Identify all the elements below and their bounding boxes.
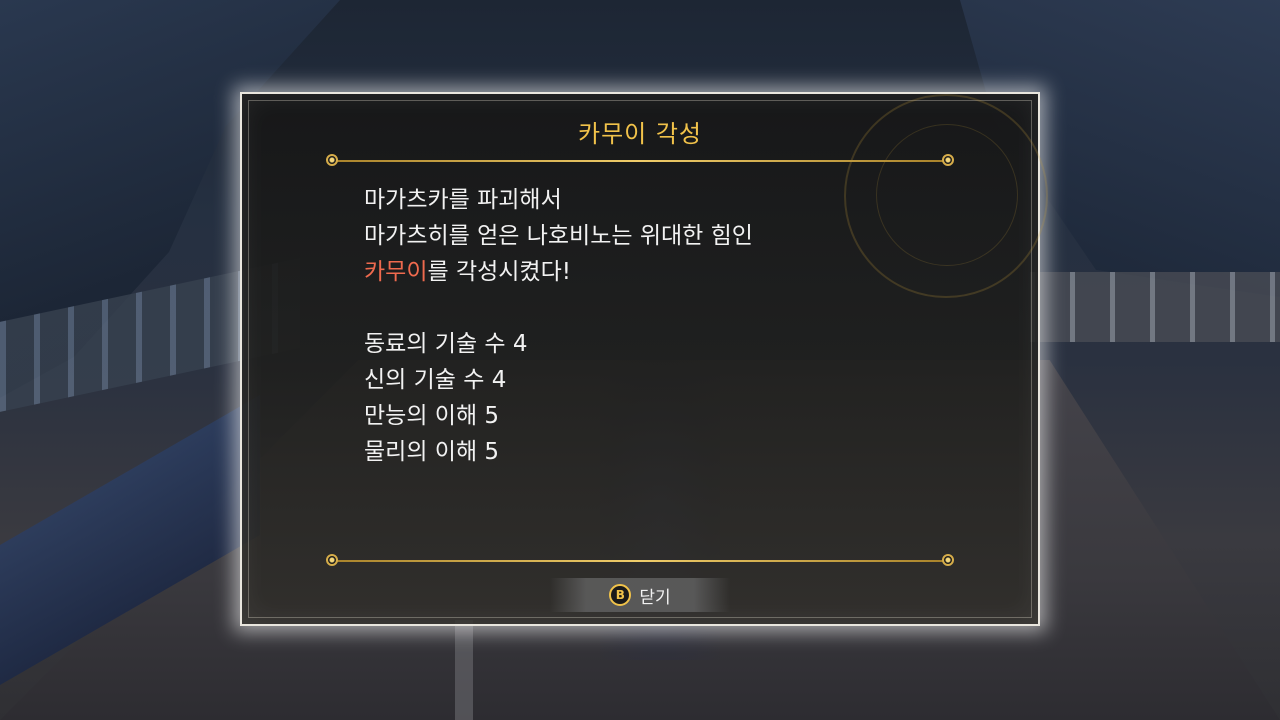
stat-item: 만능의 이해 5 — [364, 403, 500, 429]
message-line-3: 카무이를 각성시켰다! — [364, 254, 924, 290]
close-label: 닫기 — [639, 587, 671, 608]
awakening-dialog: 카무이 각성 마가츠카를 파괴해서 마가츠히를 얻은 나호비노는 위대한 힘인 … — [240, 92, 1048, 626]
divider-knob-icon — [326, 154, 338, 166]
dialog-message: 마가츠카를 파괴해서 마가츠히를 얻은 나호비노는 위대한 힘인 카무이를 각성… — [364, 182, 924, 470]
message-line-1: 마가츠카를 파괴해서 — [364, 187, 562, 213]
message-line-2: 마가츠히를 얻은 나호비노는 위대한 힘인 — [364, 223, 753, 249]
message-line-3-rest: 를 각성시켰다! — [427, 259, 571, 285]
divider-knob-icon — [326, 554, 338, 566]
dialog-title: 카무이 각성 — [577, 120, 703, 148]
road-marking — [455, 620, 473, 720]
divider-top — [328, 160, 948, 162]
stat-item: 신의 기술 수 4 — [364, 367, 507, 393]
kamui-highlight: 카무이 — [364, 259, 428, 285]
stat-item: 물리의 이해 5 — [364, 439, 500, 465]
stat-item: 동료의 기술 수 4 — [364, 331, 528, 357]
close-button[interactable]: B 닫기 — [550, 578, 730, 612]
bridge-railing-right — [1030, 272, 1280, 342]
divider-knob-icon — [942, 554, 954, 566]
b-button-icon: B — [609, 584, 632, 606]
divider-knob-icon — [942, 154, 954, 166]
divider-bottom — [328, 560, 948, 562]
